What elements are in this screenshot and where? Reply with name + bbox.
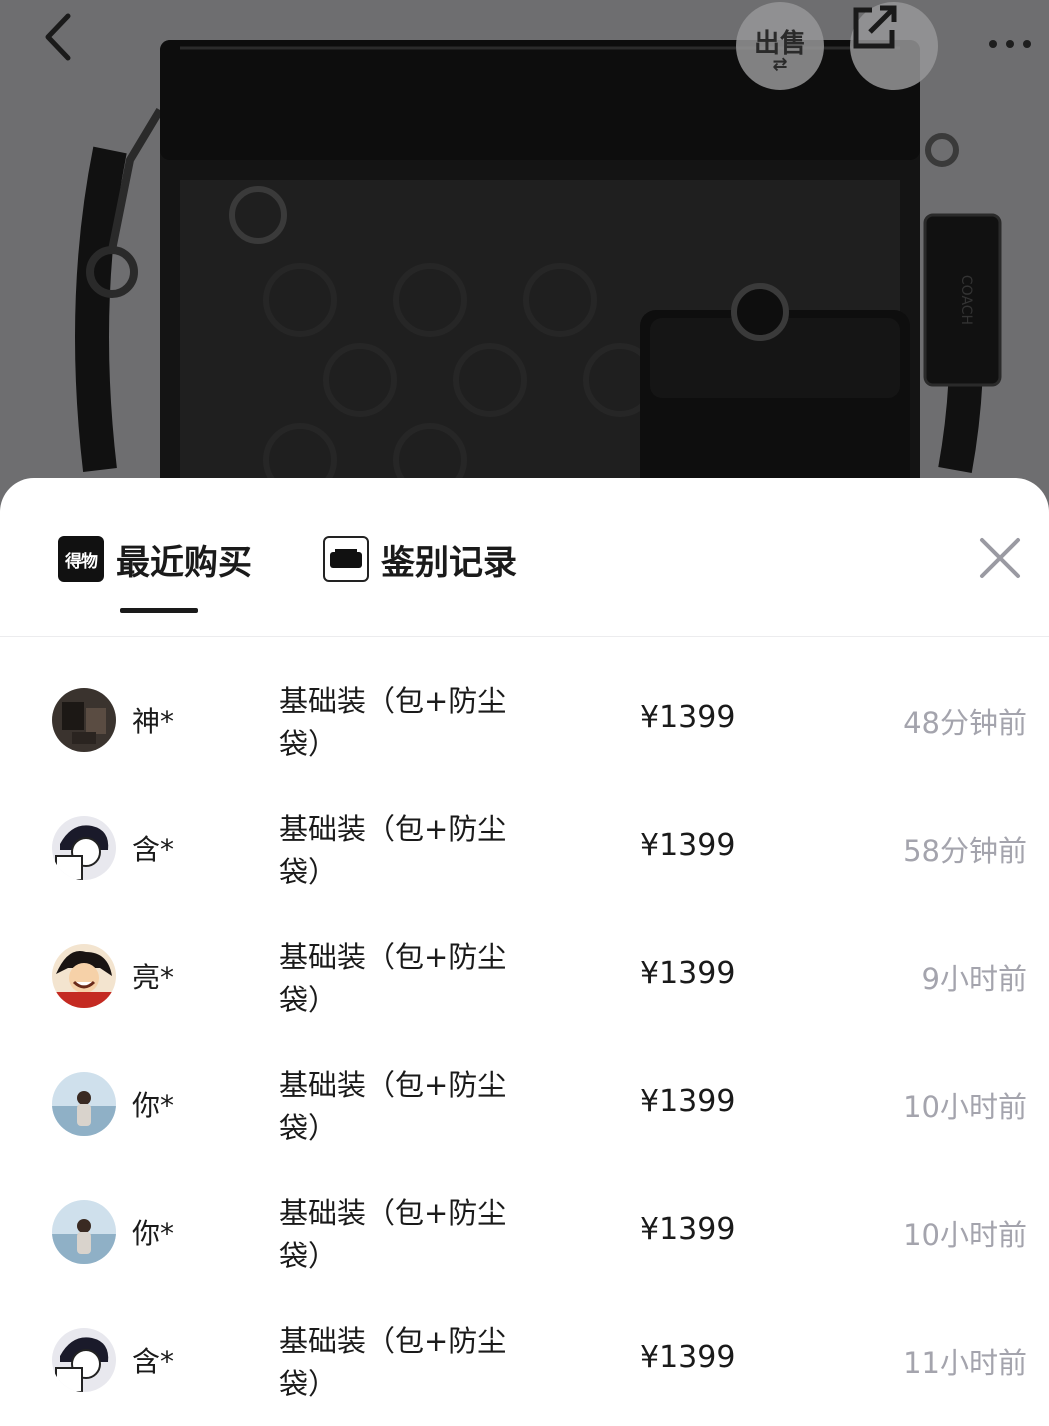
tab-recent-purchases[interactable]: 得物 最近购买 bbox=[58, 534, 252, 584]
purchase-price: ¥1399 bbox=[640, 1340, 736, 1375]
purchase-time: 9小时前 bbox=[921, 962, 1027, 996]
tab-recent-purchases-label: 最近购买 bbox=[116, 542, 252, 583]
purchase-price: ¥1399 bbox=[640, 1084, 736, 1119]
purchase-row: 含* 基础装（包+防尘袋） ¥1399 11小时前 bbox=[0, 1276, 1049, 1404]
avatar bbox=[52, 1200, 116, 1264]
purchase-price: ¥1399 bbox=[640, 1212, 736, 1247]
active-tab-indicator bbox=[120, 608, 198, 613]
purchase-spec: 基础装（包+防尘袋） bbox=[279, 1196, 507, 1273]
buyer-name: 你* bbox=[132, 1089, 175, 1122]
purchase-time: 11小时前 bbox=[903, 1346, 1027, 1380]
tab-authentication-records-label: 鉴别记录 bbox=[381, 542, 517, 583]
purchase-spec: 基础装（包+防尘袋） bbox=[279, 812, 507, 889]
close-icon bbox=[980, 538, 1020, 578]
purchase-spec: 基础装（包+防尘袋） bbox=[279, 1324, 507, 1401]
purchase-row: 含* 基础装（包+防尘袋） ¥1399 58分钟前 bbox=[0, 764, 1049, 892]
purchase-row: 你* 基础装（包+防尘袋） ¥1399 10小时前 bbox=[0, 1020, 1049, 1148]
close-button[interactable] bbox=[976, 534, 1024, 582]
purchase-time: 58分钟前 bbox=[903, 834, 1027, 868]
avatar bbox=[52, 688, 116, 752]
product-image: COACH 出售 ⇄ bbox=[0, 0, 1049, 520]
sheet-tabs: 得物 最近购买 鉴别记录 bbox=[0, 478, 1049, 637]
tab-authentication-records[interactable]: 鉴别记录 bbox=[323, 534, 517, 584]
recent-purchases-sheet: 得物 最近购买 鉴别记录 神* 基础装（包+防尘袋） ¥1399 48分钟前 含… bbox=[0, 478, 1049, 1426]
bag-thumbnail-icon bbox=[323, 536, 369, 582]
purchase-price: ¥1399 bbox=[640, 828, 736, 863]
dewu-logo-icon: 得物 bbox=[58, 536, 104, 582]
avatar bbox=[52, 1328, 116, 1392]
purchase-price: ¥1399 bbox=[640, 956, 736, 991]
sell-button[interactable]: 出售 ⇄ bbox=[736, 2, 824, 90]
purchase-list: 神* 基础装（包+防尘袋） ¥1399 48分钟前 含* 基础装（包+防尘袋） … bbox=[0, 636, 1049, 1404]
purchase-row: 亮* 基础装（包+防尘袋） ¥1399 9小时前 bbox=[0, 892, 1049, 1020]
purchase-row: 神* 基础装（包+防尘袋） ¥1399 48分钟前 bbox=[0, 636, 1049, 764]
purchase-spec: 基础装（包+防尘袋） bbox=[279, 684, 507, 761]
more-button[interactable] bbox=[975, 14, 1045, 74]
avatar bbox=[52, 816, 116, 880]
purchase-row: 你* 基础装（包+防尘袋） ¥1399 10小时前 bbox=[0, 1148, 1049, 1276]
purchase-spec: 基础装（包+防尘袋） bbox=[279, 940, 507, 1017]
coach-tag-text: COACH bbox=[958, 275, 974, 325]
purchase-time: 10小时前 bbox=[903, 1218, 1027, 1252]
buyer-name: 亮* bbox=[132, 961, 175, 994]
buyer-name: 你* bbox=[132, 1217, 175, 1250]
purchase-spec: 基础装（包+防尘袋） bbox=[279, 1068, 507, 1145]
buyer-name: 含* bbox=[132, 1345, 175, 1378]
purchase-time: 10小时前 bbox=[903, 1090, 1027, 1124]
swap-arrows-icon: ⇄ bbox=[772, 53, 788, 75]
avatar bbox=[52, 1072, 116, 1136]
buyer-name: 含* bbox=[132, 833, 175, 866]
share-button[interactable] bbox=[850, 2, 938, 90]
chevron-left-icon bbox=[45, 13, 71, 61]
back-button[interactable] bbox=[40, 12, 100, 82]
more-dots-icon bbox=[989, 40, 1031, 48]
purchase-time: 48分钟前 bbox=[903, 706, 1027, 740]
purchase-price: ¥1399 bbox=[640, 700, 736, 735]
share-arrow-icon bbox=[853, 5, 897, 49]
buyer-name: 神* bbox=[132, 705, 175, 738]
avatar bbox=[52, 944, 116, 1008]
